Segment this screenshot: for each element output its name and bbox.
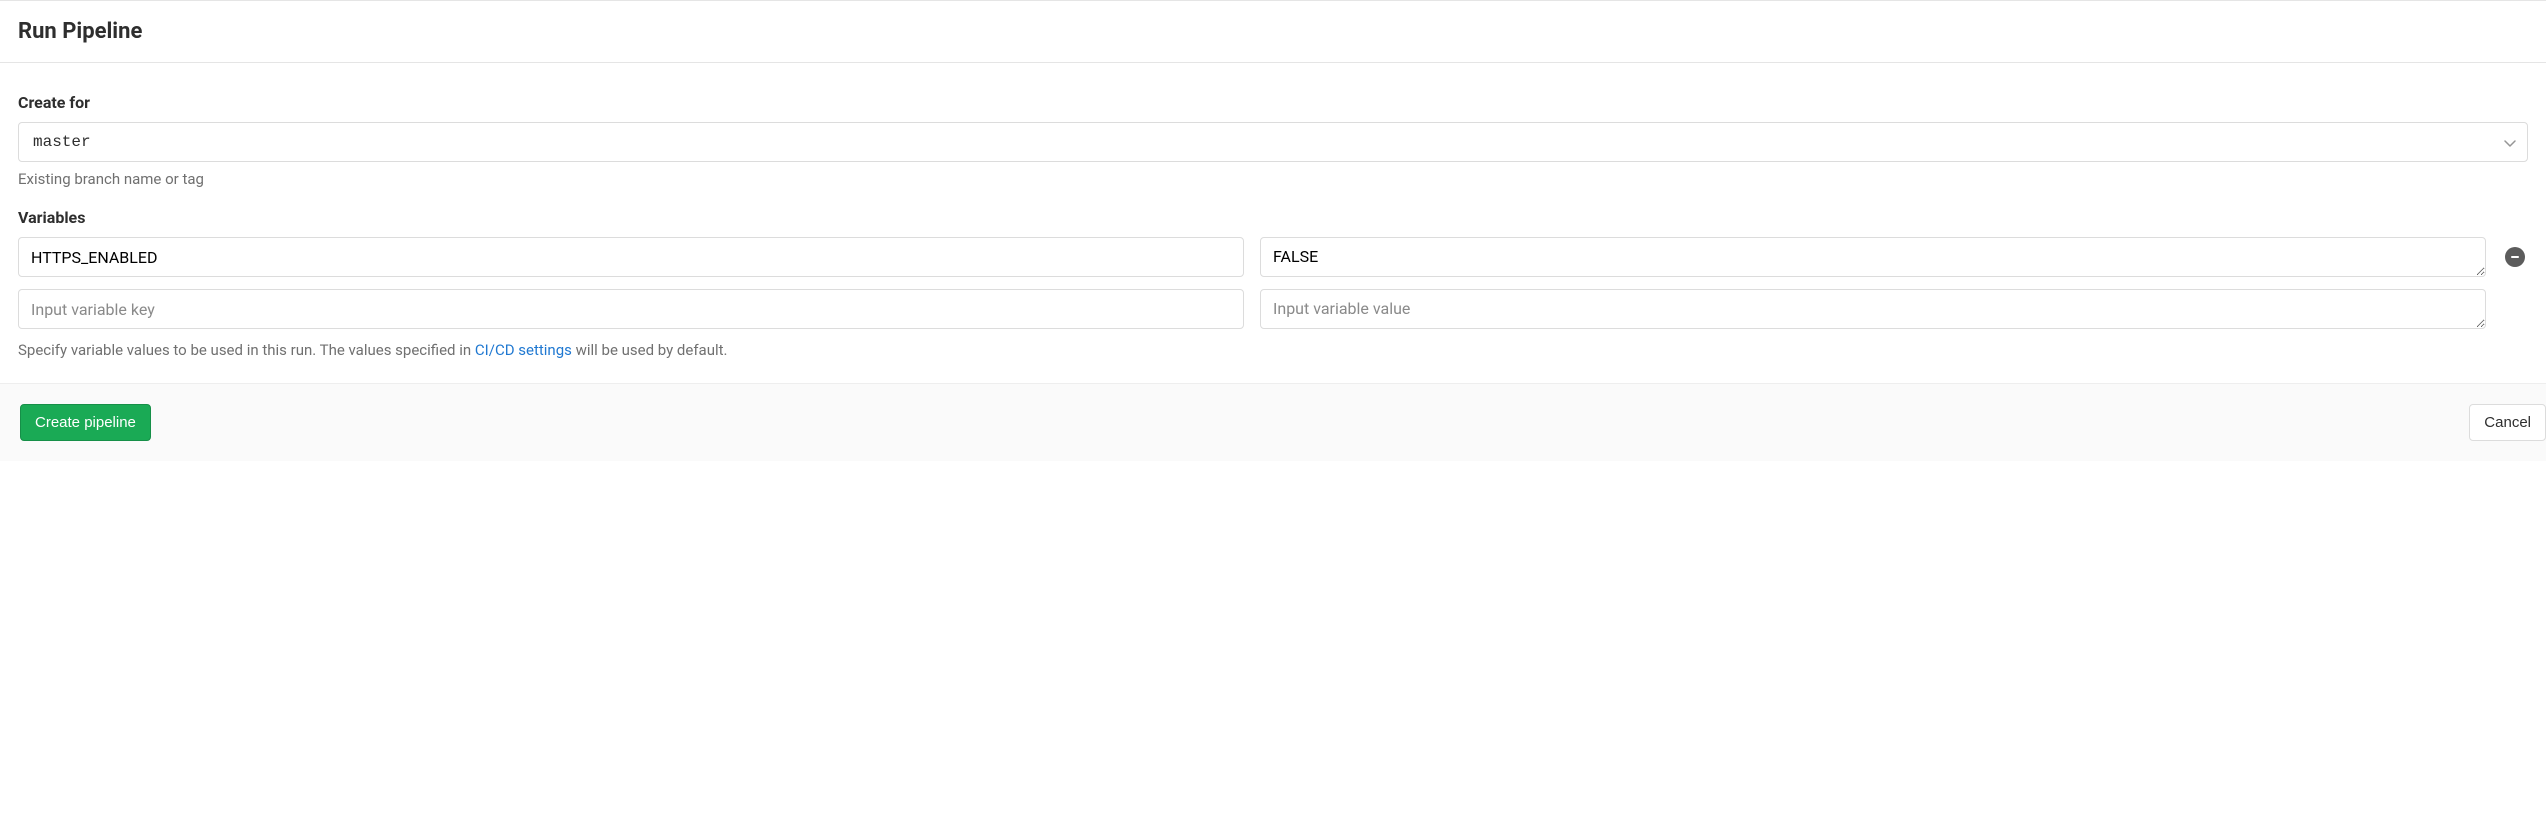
branch-label: Create for bbox=[18, 93, 2528, 112]
branch-hint: Existing branch name or tag bbox=[18, 170, 2528, 188]
variable-row bbox=[18, 237, 2528, 277]
variable-key-input[interactable] bbox=[18, 237, 1244, 277]
remove-variable-button[interactable] bbox=[2505, 247, 2525, 267]
cicd-settings-link[interactable]: CI/CD settings bbox=[475, 341, 572, 359]
variables-label: Variables bbox=[18, 208, 2528, 227]
variables-hint: Specify variable values to be used in th… bbox=[18, 341, 2528, 359]
cancel-button[interactable]: Cancel bbox=[2469, 404, 2546, 441]
page-title: Run Pipeline bbox=[18, 19, 2528, 44]
variable-value-input[interactable] bbox=[1260, 289, 2486, 329]
variable-row bbox=[18, 289, 2528, 329]
create-pipeline-button[interactable]: Create pipeline bbox=[20, 404, 151, 441]
hint-text-post: will be used by default. bbox=[572, 341, 728, 359]
variable-key-input[interactable] bbox=[18, 289, 1244, 329]
variable-value-input[interactable] bbox=[1260, 237, 2486, 277]
hint-text-pre: Specify variable values to be used in th… bbox=[18, 341, 475, 359]
branch-select[interactable] bbox=[18, 122, 2528, 162]
minus-icon bbox=[2509, 251, 2521, 263]
